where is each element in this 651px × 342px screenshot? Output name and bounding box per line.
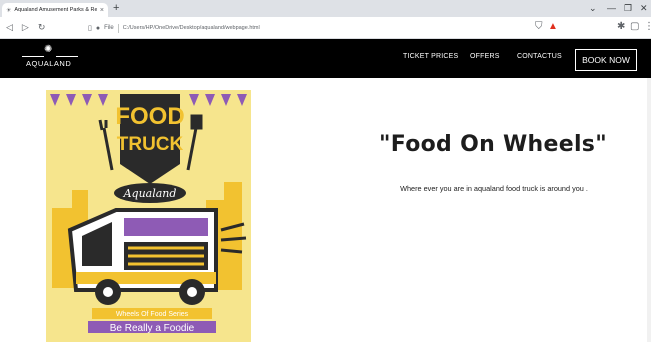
nav-link-ticket-prices[interactable]: TICKET PRICES — [403, 53, 458, 60]
url-text[interactable]: C:/Users/HP/OneDrive/Desktop/aqualand/we… — [123, 25, 260, 31]
address-bar[interactable]: ▯ ● File C:/Users/HP/OneDrive/Desktop/aq… — [88, 20, 528, 36]
poster-script-brand: Aqualand — [123, 187, 177, 200]
browser-tab-bar: ☀ Aqualand Amusement Parks & Re × + ⌄ — … — [0, 0, 651, 17]
nav-link-contact[interactable]: CONTACTUS — [517, 53, 562, 60]
tab-close-icon[interactable]: × — [100, 7, 104, 14]
new-tab-icon[interactable]: + — [113, 2, 119, 14]
logo-line-left — [22, 56, 44, 57]
extensions-icon[interactable]: ✱ — [617, 21, 625, 33]
poster-title-truck: TRUCK — [117, 134, 184, 155]
logo-line-right — [56, 56, 78, 57]
sun-icon: ✺ — [44, 44, 53, 55]
menu-icon[interactable]: ⋮ — [644, 21, 651, 33]
nav-link-offers[interactable]: OFFERS — [470, 53, 500, 60]
page-scrollbar[interactable] — [647, 78, 651, 342]
site-info-icon[interactable]: ● — [96, 25, 100, 32]
page-heading: "Food On Wheels" — [379, 132, 607, 157]
file-scheme-label: File — [104, 25, 114, 31]
logo-text: AQUALAND — [26, 59, 72, 68]
forward-icon[interactable]: ▷ — [22, 22, 29, 33]
book-now-button[interactable]: BOOK NOW — [575, 49, 637, 71]
poster-title-food: FOOD — [115, 103, 184, 130]
bookmark-page-icon[interactable]: ▯ — [88, 24, 92, 32]
omnibox-separator — [117, 23, 119, 33]
back-icon[interactable]: ◁ — [6, 22, 13, 33]
food-truck-poster: FOOD TRUCK Aqualand Wheels Of Food Serie… — [46, 90, 251, 342]
browser-tab[interactable]: ☀ Aqualand Amusement Parks & Re × — [2, 3, 108, 17]
restore-icon[interactable]: ❐ — [624, 2, 632, 14]
tab-title: Aqualand Amusement Parks & Re — [14, 7, 97, 13]
close-window-icon[interactable]: ✕ — [640, 2, 648, 14]
aqualand-logo[interactable]: ✺ AQUALAND — [22, 45, 78, 73]
rewards-icon[interactable]: ▲ — [548, 21, 558, 33]
tab-search-icon[interactable]: ⌄ — [589, 2, 597, 14]
brave-shield-icon[interactable]: ⛉ — [535, 21, 543, 33]
poster-banner-text: Be Really a Foodie — [110, 323, 195, 334]
sidebar-icon[interactable]: ▢ — [630, 21, 639, 33]
page-tagline: Where ever you are in aqualand food truc… — [400, 184, 588, 193]
tab-favicon-icon: ☀ — [6, 7, 12, 14]
reload-icon[interactable]: ↻ — [38, 22, 46, 33]
poster-ribbon-text: Wheels Of Food Series — [116, 311, 189, 318]
site-navbar: ✺ AQUALAND TICKET PRICES OFFERS CONTACTU… — [0, 39, 651, 78]
minimize-icon[interactable]: — — [607, 2, 616, 14]
